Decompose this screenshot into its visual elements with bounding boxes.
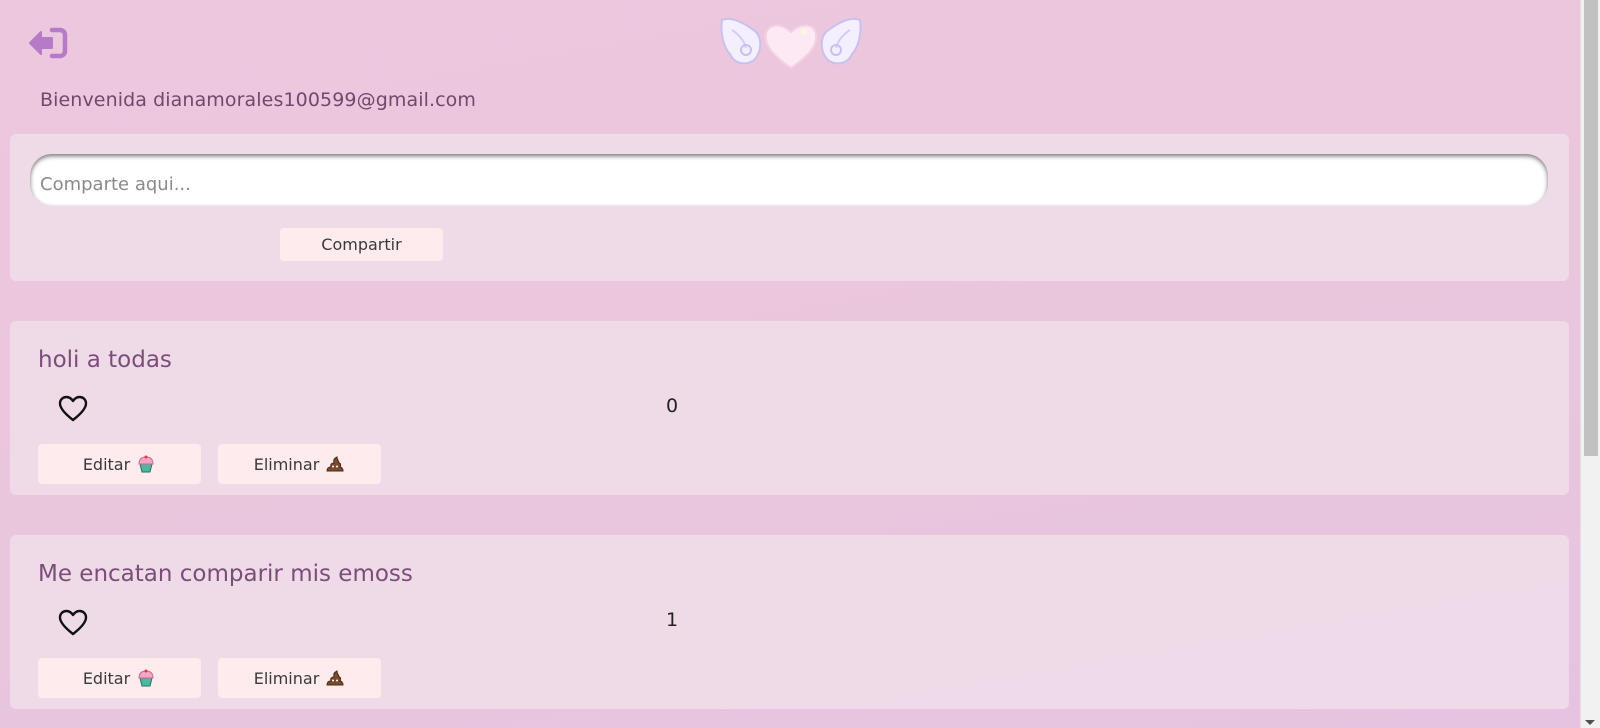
share-input[interactable] (30, 154, 1548, 206)
delete-button[interactable]: Eliminar (218, 444, 381, 484)
cupcake-icon (138, 669, 154, 687)
delete-button-label: Eliminar (253, 668, 320, 688)
scrollbar-thumb[interactable] (1584, 0, 1598, 456)
post-text: holi a todas (38, 347, 172, 373)
edit-button[interactable]: Editar (38, 658, 201, 698)
share-button-label: Compartir (321, 235, 402, 254)
edit-button[interactable]: Editar (38, 444, 201, 484)
angel-heart-logo (718, 10, 864, 72)
welcome-message: Bienvenida dianamorales100599@gmail.com (40, 89, 476, 111)
share-button[interactable]: Compartir (280, 228, 443, 261)
like-button[interactable] (58, 395, 88, 423)
vertical-scrollbar[interactable] (1580, 0, 1600, 728)
poop-icon (326, 670, 344, 686)
post-text: Me encatan comparir mis emoss (38, 561, 413, 587)
sign-out-icon (29, 27, 68, 59)
heart-outline-icon (58, 395, 88, 422)
delete-button[interactable]: Eliminar (218, 658, 381, 698)
like-button[interactable] (58, 609, 88, 637)
cupcake-icon (138, 455, 154, 473)
share-panel: Compartir (10, 134, 1569, 281)
post-card: holi a todas 0 Editar Eliminar (10, 321, 1569, 495)
scroll-down-arrow-icon[interactable] (1585, 720, 1595, 725)
heart-outline-icon (58, 609, 88, 636)
post-card: Me encatan comparir mis emoss 1 Editar E… (10, 535, 1569, 709)
delete-button-label: Eliminar (253, 454, 320, 474)
logout-button[interactable] (28, 26, 70, 60)
like-count: 0 (666, 395, 679, 417)
poop-icon (326, 456, 344, 472)
edit-button-label: Editar (82, 454, 131, 474)
edit-button-label: Editar (82, 668, 131, 688)
like-count: 1 (666, 609, 679, 631)
